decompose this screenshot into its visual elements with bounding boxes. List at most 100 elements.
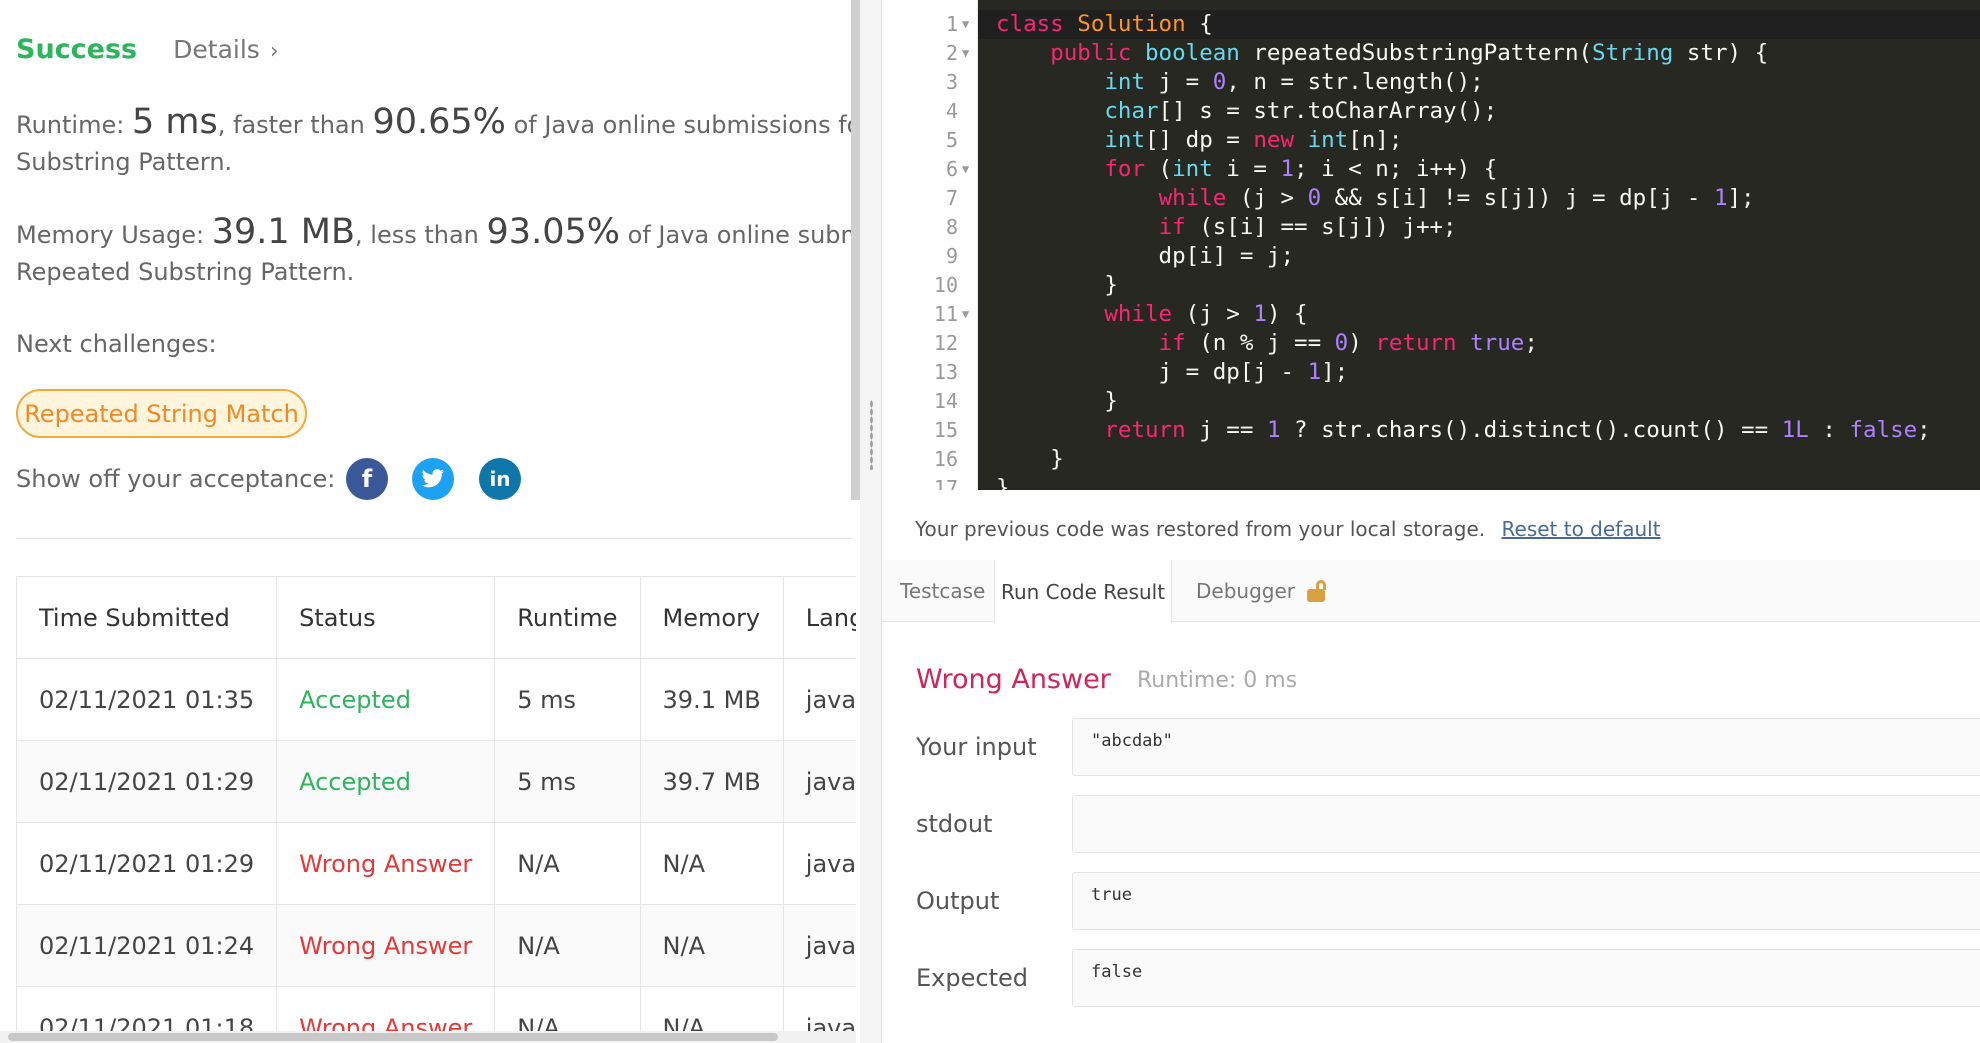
line-number: 3 — [945, 70, 958, 94]
memory-value: 39.1 MB — [211, 212, 356, 252]
next-challenges-label: Next challenges: — [16, 330, 217, 358]
line-number: 9 — [945, 244, 958, 268]
twitter-icon[interactable] — [412, 458, 454, 500]
cell-memory: 39.7 MB — [639, 740, 784, 823]
line-number: 11 — [933, 302, 958, 326]
fold-toggle-icon[interactable]: ▼ — [962, 300, 969, 329]
restore-notice: Your previous code was restored from you… — [915, 517, 1661, 541]
cell-memory: N/A — [639, 904, 784, 987]
input-value: "abcdab" — [1072, 718, 1980, 776]
cell-time: 02/11/2021 01:29 — [15, 822, 278, 905]
cell-runtime: N/A — [494, 822, 641, 905]
code-line[interactable]: int[] dp = new int[n]; — [996, 126, 1402, 155]
next-challenge-link[interactable]: Repeated String Match — [16, 389, 307, 438]
cell-status[interactable]: Wrong Answer — [276, 904, 496, 987]
line-number-gutter: 1 ▼ 2 ▼ 3 4 5 6 ▼ 7 8 9 10 11 ▼ 12 13 14 15 16 17 — [882, 0, 978, 490]
line-number: 5 — [945, 128, 958, 152]
tab-run-code-result[interactable]: Run Code Result — [994, 560, 1172, 623]
line-number: 10 — [933, 273, 958, 297]
expected-value: false — [1072, 949, 1980, 1007]
code-line[interactable]: } — [996, 387, 1118, 416]
line-number: 12 — [933, 331, 958, 355]
code-line[interactable]: for (int i = 1; i < n; i++) { — [996, 155, 1497, 184]
code-line[interactable]: if (n % j == 0) return true; — [996, 329, 1538, 358]
drag-handle-icon[interactable] — [870, 400, 873, 470]
line-number: 13 — [933, 360, 958, 384]
code-line[interactable]: int j = 0, n = str.length(); — [996, 68, 1483, 97]
cell-status[interactable]: Wrong Answer — [276, 822, 496, 905]
code-line[interactable]: } — [996, 445, 1064, 474]
col-status[interactable]: Status — [276, 576, 496, 659]
col-runtime[interactable]: Runtime — [494, 576, 641, 659]
cell-status[interactable]: Accepted — [276, 740, 496, 823]
col-language[interactable]: Language — [782, 576, 856, 659]
submissions-table: Time Submitted Status Runtime Memory Lan… — [15, 576, 856, 1043]
code-line[interactable]: char[] s = str.toCharArray(); — [996, 97, 1497, 126]
cell-time: 02/11/2021 01:29 — [15, 740, 278, 823]
chevron-right-icon[interactable]: › — [270, 39, 279, 64]
code-line[interactable]: class Solution { — [996, 10, 1213, 39]
horizontal-scrollbar-thumb[interactable] — [8, 1033, 778, 1041]
share-label: Show off your acceptance: — [16, 465, 336, 493]
code-line[interactable]: return j == 1 ? str.chars().distinct().c… — [996, 416, 1930, 445]
runtime-tail: of Java online submissions for Repeated — [513, 111, 856, 139]
tab-debugger[interactable]: Debugger — [1196, 560, 1327, 622]
line-number: 8 — [945, 215, 958, 239]
vertical-scrollbar[interactable] — [851, 0, 860, 500]
submission-panel: Success Details › Runtime: 5 ms, faster … — [0, 0, 856, 1043]
runtime-tail-2: Substring Pattern. — [16, 148, 233, 176]
table-row[interactable]: 02/11/2021 01:29 Accepted 5 ms 39.7 MB j… — [15, 740, 856, 823]
code-line[interactable]: public boolean repeatedSubstringPattern(… — [996, 39, 1768, 68]
reset-to-default-link[interactable]: Reset to default — [1502, 517, 1661, 541]
result-runtime: Runtime: 0 ms — [1137, 668, 1298, 693]
status-line: Success Details › — [16, 34, 279, 65]
runtime-value: 5 ms — [131, 102, 218, 142]
tab-testcase[interactable]: Testcase — [900, 560, 985, 622]
line-number: 6 — [945, 157, 958, 181]
table-header-row: Time Submitted Status Runtime Memory Lan… — [15, 576, 856, 659]
line-number: 2 — [945, 41, 958, 65]
cell-memory: N/A — [639, 822, 784, 905]
cell-time: 02/11/2021 01:35 — [15, 658, 278, 741]
cell-runtime: N/A — [494, 904, 641, 987]
facebook-icon[interactable]: f — [346, 458, 388, 500]
output-value: true — [1072, 872, 1980, 930]
memory-label: Memory Usage: — [16, 221, 205, 249]
stdout-label: stdout — [916, 810, 993, 838]
success-status: Success — [16, 34, 138, 65]
memory-mid: , less than — [355, 221, 479, 249]
details-link[interactable]: Details — [173, 35, 260, 64]
lock-icon — [1305, 580, 1327, 602]
line-number: 14 — [933, 389, 958, 413]
memory-tail-2: Repeated Substring Pattern. — [16, 258, 355, 286]
fold-toggle-icon[interactable]: ▼ — [962, 39, 969, 68]
col-memory[interactable]: Memory — [639, 576, 784, 659]
cell-time: 02/11/2021 01:24 — [15, 904, 278, 987]
cell-language: java — [782, 822, 856, 905]
cell-memory: 39.1 MB — [639, 658, 784, 741]
fold-toggle-icon[interactable]: ▼ — [962, 155, 969, 184]
col-time-submitted[interactable]: Time Submitted — [15, 576, 278, 659]
code-line[interactable]: while (j > 1) { — [996, 300, 1307, 329]
code-line[interactable]: } — [996, 271, 1118, 300]
code-line[interactable]: j = dp[j - 1]; — [996, 358, 1349, 387]
pane-splitter[interactable] — [860, 0, 882, 1043]
linkedin-icon[interactable]: in — [479, 458, 521, 500]
line-number: 16 — [933, 447, 958, 471]
table-row[interactable]: 02/11/2021 01:29 Wrong Answer N/A N/A ja… — [15, 822, 856, 905]
code-line[interactable]: while (j > 0 && s[i] != s[j]) j = dp[j -… — [996, 184, 1755, 213]
expected-label: Expected — [916, 964, 1028, 992]
code-line[interactable]: if (s[i] == s[j]) j++; — [996, 213, 1457, 242]
console-tabs: Testcase Run Code Result Debugger — [882, 560, 1980, 623]
table-row[interactable]: 02/11/2021 01:24 Wrong Answer N/A N/A ja… — [15, 904, 856, 987]
runtime-percentile: 90.65% — [372, 102, 506, 142]
code-editor[interactable]: 1 ▼ 2 ▼ 3 4 5 6 ▼ 7 8 9 10 11 ▼ 12 13 14 15 16 17 class Solu… — [882, 0, 1980, 490]
code-line[interactable]: } — [996, 474, 1010, 490]
tab-debugger-label: Debugger — [1196, 579, 1295, 603]
code-line[interactable]: dp[i] = j; — [996, 242, 1294, 271]
cell-status[interactable]: Accepted — [276, 658, 496, 741]
fold-toggle-icon[interactable]: ▼ — [962, 10, 969, 39]
runtime-stat: Runtime: 5 ms, faster than 90.65% of Jav… — [16, 104, 856, 181]
table-row[interactable]: 02/11/2021 01:35 Accepted 5 ms 39.1 MB j… — [15, 658, 856, 741]
restore-notice-text: Your previous code was restored from you… — [915, 517, 1486, 541]
